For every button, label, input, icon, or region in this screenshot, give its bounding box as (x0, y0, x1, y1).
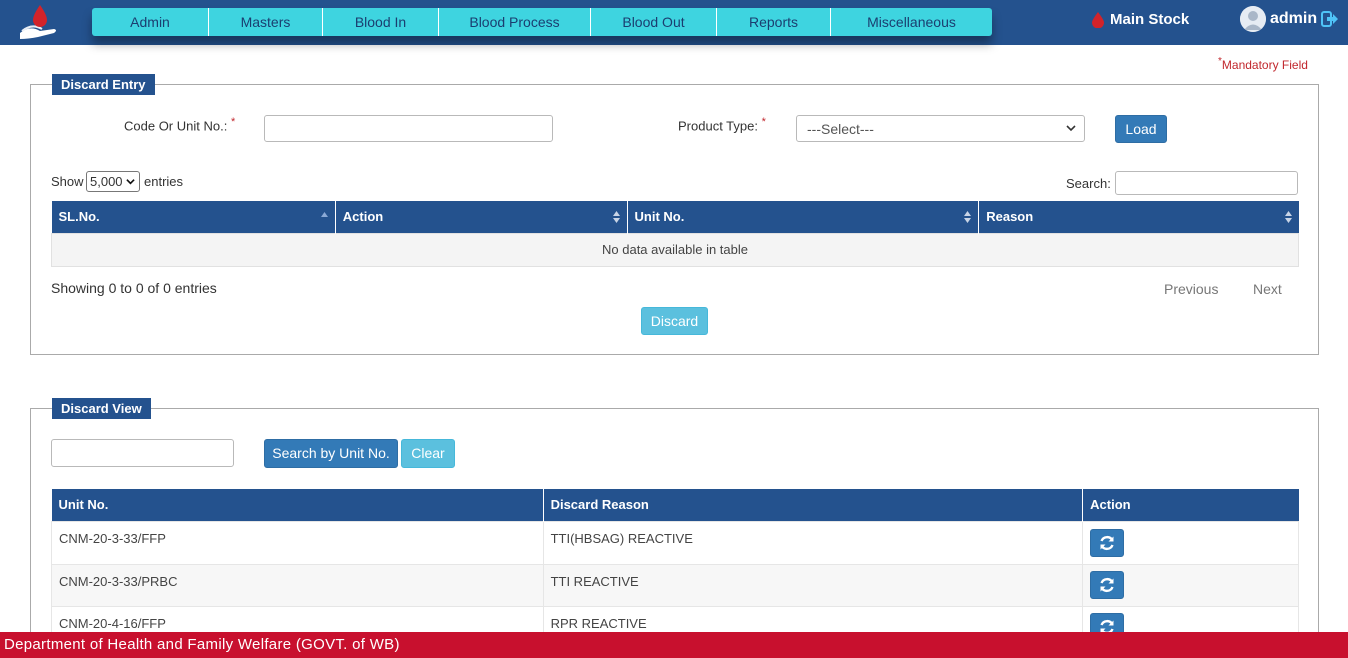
product-type-label: Product Type: * (678, 116, 766, 134)
next-page-button[interactable]: Next (1253, 281, 1282, 297)
top-header: Admin Masters Blood In Blood Process Blo… (0, 0, 1348, 45)
code-unit-input[interactable] (264, 115, 553, 142)
action-cell (1082, 521, 1299, 564)
discard-entry-table: SL.No. Action Unit No. Reason No data av… (51, 201, 1299, 267)
load-button[interactable]: Load (1115, 115, 1167, 143)
product-type-selected: ---Select--- (807, 121, 874, 137)
discard-entry-legend: Discard Entry (52, 74, 155, 95)
logout-icon[interactable] (1321, 11, 1339, 27)
user-menu[interactable]: admin (1240, 6, 1339, 32)
discard-view-legend: Discard View (52, 398, 151, 419)
unit-no-cell: CNM-20-3-33/FFP (59, 530, 166, 546)
discard-view-table: Unit No. Discard Reason Action CNM-20-3-… (51, 489, 1299, 649)
previous-page-button[interactable]: Previous (1164, 281, 1218, 297)
unit-no-cell: CNM-20-3-33/PRBC (59, 573, 178, 589)
product-type-select[interactable]: ---Select--- (796, 115, 1085, 142)
showing-entries-info: Showing 0 to 0 of 0 entries (51, 280, 217, 296)
table-row: CNM-20-3-33/FFP TTI(HBSAG) REACTIVE (51, 521, 1299, 564)
mandatory-field-note: *Mandatory Field (1218, 56, 1308, 72)
sort-icon (964, 211, 972, 223)
search-label: Search: (1066, 176, 1111, 191)
column-header-action[interactable]: Action (335, 201, 628, 233)
search-by-unit-button[interactable]: Search by Unit No. (264, 439, 398, 468)
empty-table-message: No data available in table (602, 242, 748, 257)
code-unit-label: Code Or Unit No.: * (124, 116, 236, 134)
main-stock-indicator[interactable]: Main Stock (1092, 11, 1189, 28)
nav-miscellaneous[interactable]: Miscellaneous (831, 8, 992, 36)
clear-button[interactable]: Clear (401, 439, 455, 468)
nav-reports[interactable]: Reports (717, 8, 831, 36)
main-nav: Admin Masters Blood In Blood Process Blo… (92, 8, 992, 36)
entries-label: entries (144, 174, 184, 189)
discard-reason-cell: TTI(HBSAG) REACTIVE (542, 521, 1083, 564)
action-cell (1082, 564, 1299, 606)
chevron-down-icon (126, 179, 135, 185)
sort-icon (1284, 211, 1292, 223)
table-row: CNM-20-3-33/PRBC TTI REACTIVE (51, 564, 1299, 606)
nav-masters[interactable]: Masters (209, 8, 323, 36)
unit-search-input[interactable] (51, 439, 234, 467)
user-avatar-icon (1240, 6, 1266, 32)
sort-icon (612, 211, 620, 223)
footer-bar: Department of Health and Family Welfare … (0, 632, 1348, 658)
sort-asc-icon (320, 212, 328, 217)
username-label: admin (1270, 10, 1318, 27)
blood-drop-icon (1092, 11, 1104, 28)
avatar[interactable] (1240, 6, 1266, 32)
column-header-reason[interactable]: Reason (978, 201, 1299, 233)
nav-blood-process[interactable]: Blood Process (439, 8, 591, 36)
entries-per-page-value: 5,000 (90, 174, 123, 189)
nav-admin[interactable]: Admin (92, 8, 209, 36)
nav-blood-in[interactable]: Blood In (323, 8, 439, 36)
column-header-discard-reason: Discard Reason (543, 489, 1084, 521)
blood-bank-logo-icon[interactable] (16, 3, 62, 43)
revert-button[interactable] (1090, 571, 1125, 599)
show-label: Show (51, 174, 84, 189)
discard-reason-cell: TTI REACTIVE (542, 564, 1083, 606)
refresh-icon (1100, 535, 1114, 550)
discard-view-panel: Discard View Search by Unit No. Clear Un… (30, 398, 1319, 658)
refresh-icon (1100, 577, 1114, 593)
entries-per-page-select[interactable]: 5,000 (86, 171, 140, 192)
revert-button[interactable] (1090, 528, 1125, 557)
column-header-unit-no: Unit No. (51, 489, 544, 521)
table-search-input[interactable] (1115, 171, 1298, 195)
discard-button[interactable]: Discard (641, 307, 708, 335)
column-header-unit-no[interactable]: Unit No. (627, 201, 980, 233)
column-header-sl-no[interactable]: SL.No. (51, 201, 336, 233)
discard-entry-panel: Discard Entry Code Or Unit No.: * Produc… (30, 74, 1319, 355)
main-stock-label: Main Stock (1110, 11, 1190, 28)
column-header-action: Action (1082, 489, 1299, 521)
nav-blood-out[interactable]: Blood Out (591, 8, 717, 36)
chevron-down-icon (1066, 125, 1076, 132)
